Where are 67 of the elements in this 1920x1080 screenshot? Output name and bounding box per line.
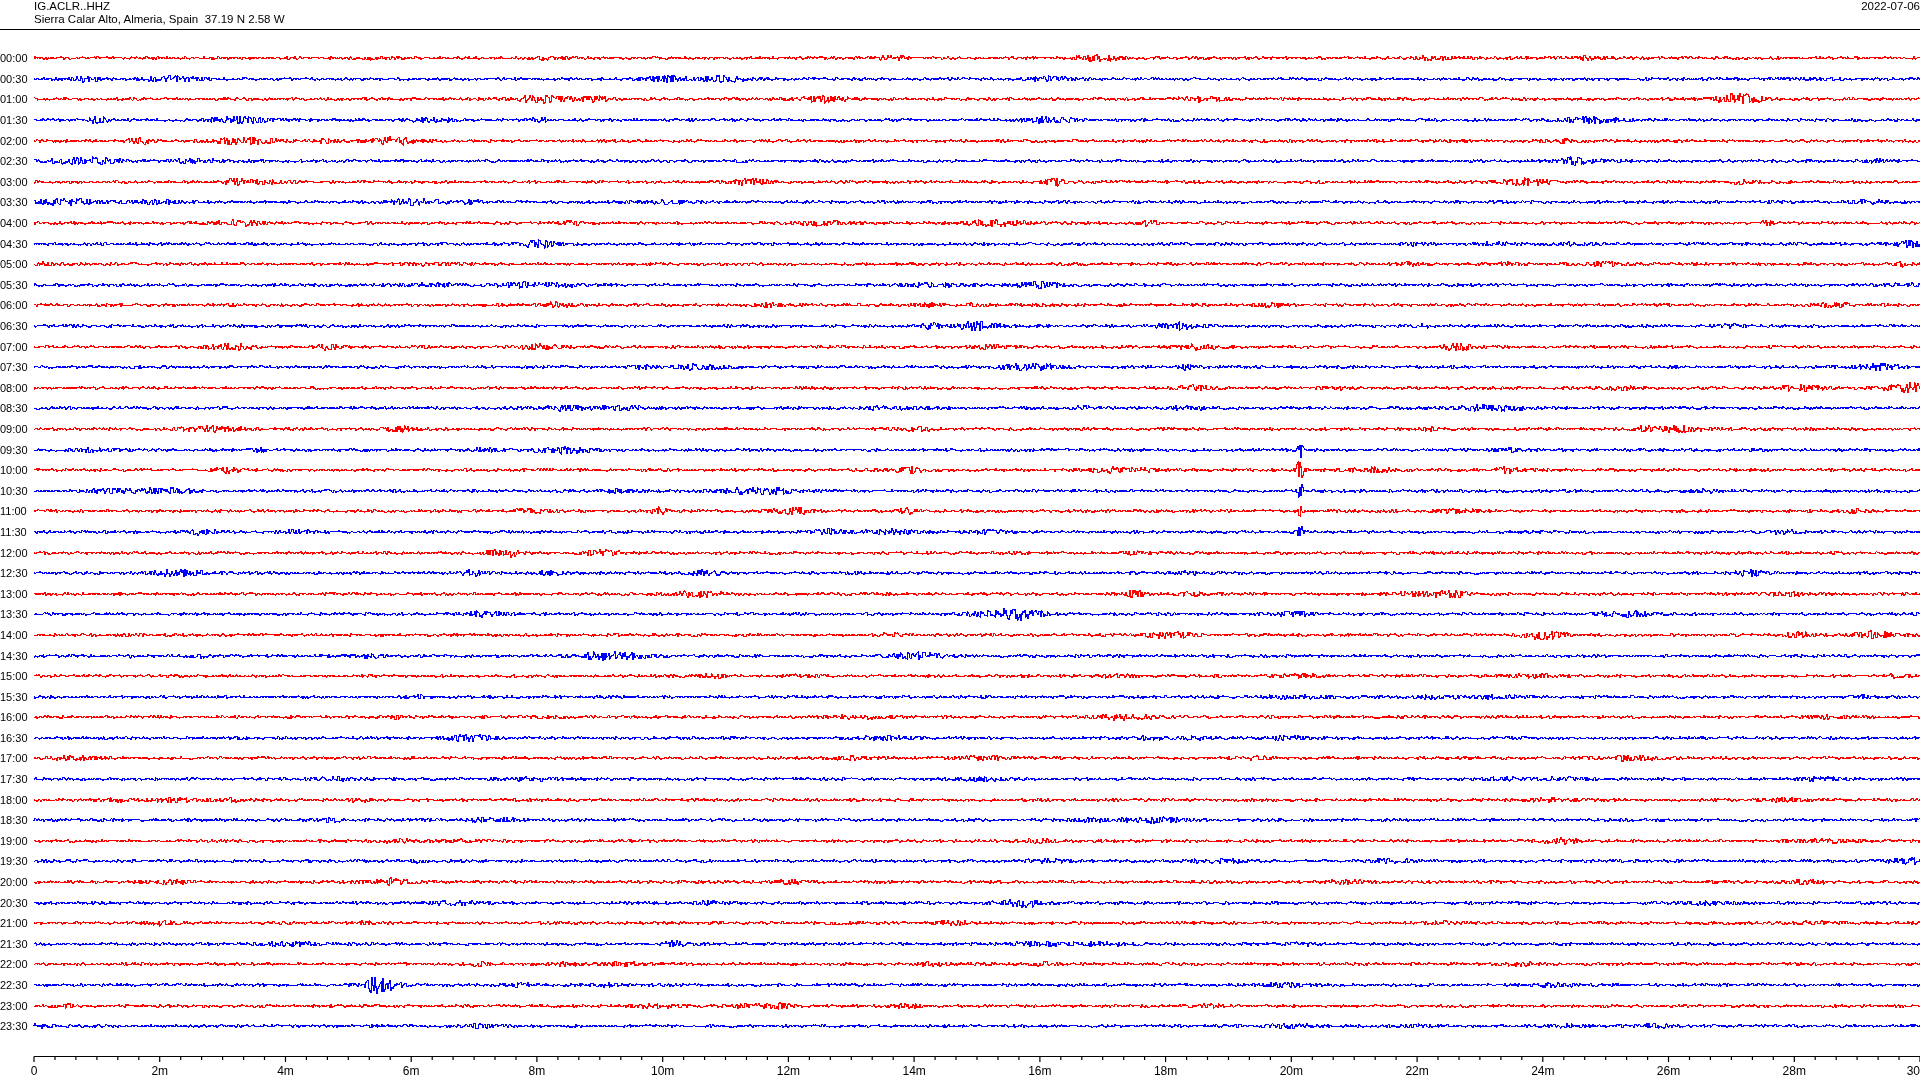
tick-label: 8m xyxy=(528,1064,546,1078)
tick-label: 4m xyxy=(277,1064,294,1078)
time-label: 19:30 xyxy=(0,855,29,868)
time-label: 11:00 xyxy=(0,505,28,518)
time-label: 13:00 xyxy=(0,587,29,600)
tick-label: 20m xyxy=(1279,1064,1303,1078)
time-label: 21:00 xyxy=(0,917,29,930)
time-label: 14:30 xyxy=(0,649,29,662)
time-label: 22:00 xyxy=(0,958,29,971)
time-label: 17:00 xyxy=(0,752,29,765)
plot-date: 2022-07-06 xyxy=(1861,0,1920,14)
time-label: 03:00 xyxy=(0,175,29,188)
tick-label: 14m xyxy=(902,1064,926,1078)
time-label: 12:00 xyxy=(0,546,29,559)
time-label: 09:00 xyxy=(0,423,29,435)
time-label: 08:30 xyxy=(0,402,29,415)
time-label: 22:30 xyxy=(0,979,29,991)
time-label: 05:30 xyxy=(0,278,29,291)
time-label: 17:30 xyxy=(0,773,29,786)
time-label: 07:00 xyxy=(0,340,29,353)
tick-label: 12m xyxy=(776,1064,801,1078)
station-code: IG.ACLR..HHZ xyxy=(34,0,112,13)
time-label: 13:30 xyxy=(0,608,29,621)
tick-label: 16m xyxy=(1028,1064,1052,1078)
time-label: 06:30 xyxy=(0,320,29,332)
time-label: 10:00 xyxy=(0,464,29,477)
time-label: 10:30 xyxy=(0,484,29,497)
tick-label: 2m xyxy=(151,1064,169,1078)
time-label: 06:00 xyxy=(0,299,29,312)
time-label: 02:30 xyxy=(0,155,29,168)
tick-label: 0 xyxy=(30,1064,38,1078)
time-label: 15:00 xyxy=(0,670,29,683)
time-label: 16:00 xyxy=(0,711,29,724)
station-location: Sierra Calar Alto, Almeria, Spain 37.19 N 2.58 W xyxy=(34,13,285,26)
time-label: 08:00 xyxy=(0,381,29,394)
time-label: 11:30 xyxy=(0,525,28,538)
time-label: 18:00 xyxy=(0,793,29,806)
time-label: 00:30 xyxy=(0,72,29,85)
time-label: 00:00 xyxy=(0,52,29,65)
time-label: 02:00 xyxy=(0,134,29,147)
time-label: 21:30 xyxy=(0,937,29,950)
time-label: 15:30 xyxy=(0,690,29,703)
time-label: 04:00 xyxy=(0,217,29,230)
time-label: 05:00 xyxy=(0,258,29,271)
tick-label: 28m xyxy=(1782,1064,1806,1078)
time-label: 23:30 xyxy=(0,1020,29,1033)
tick-label: 22m xyxy=(1405,1064,1429,1078)
tick-label: 10m xyxy=(651,1064,675,1078)
time-label: 23:00 xyxy=(0,999,29,1012)
tick-label: 24m xyxy=(1531,1064,1555,1078)
time-label: 14:00 xyxy=(0,628,29,641)
time-label: 20:30 xyxy=(0,896,29,909)
tick-label: 6m xyxy=(402,1064,420,1078)
time-label: 04:30 xyxy=(0,237,29,250)
tick-label: 30 xyxy=(1906,1064,1920,1078)
time-label: 03:30 xyxy=(0,196,29,209)
time-label: 18:30 xyxy=(0,814,29,827)
tick-label: 18m xyxy=(1153,1064,1178,1078)
time-label: 19:00 xyxy=(0,834,29,847)
time-label: 20:00 xyxy=(0,876,29,889)
time-label: 16:30 xyxy=(0,731,29,744)
time-label: 01:30 xyxy=(0,114,29,127)
time-label: 09:30 xyxy=(0,443,29,456)
time-label: 07:30 xyxy=(0,361,29,374)
time-label: 12:30 xyxy=(0,567,29,580)
tick-label: 26m xyxy=(1656,1064,1681,1078)
time-label: 01:00 xyxy=(0,93,29,106)
